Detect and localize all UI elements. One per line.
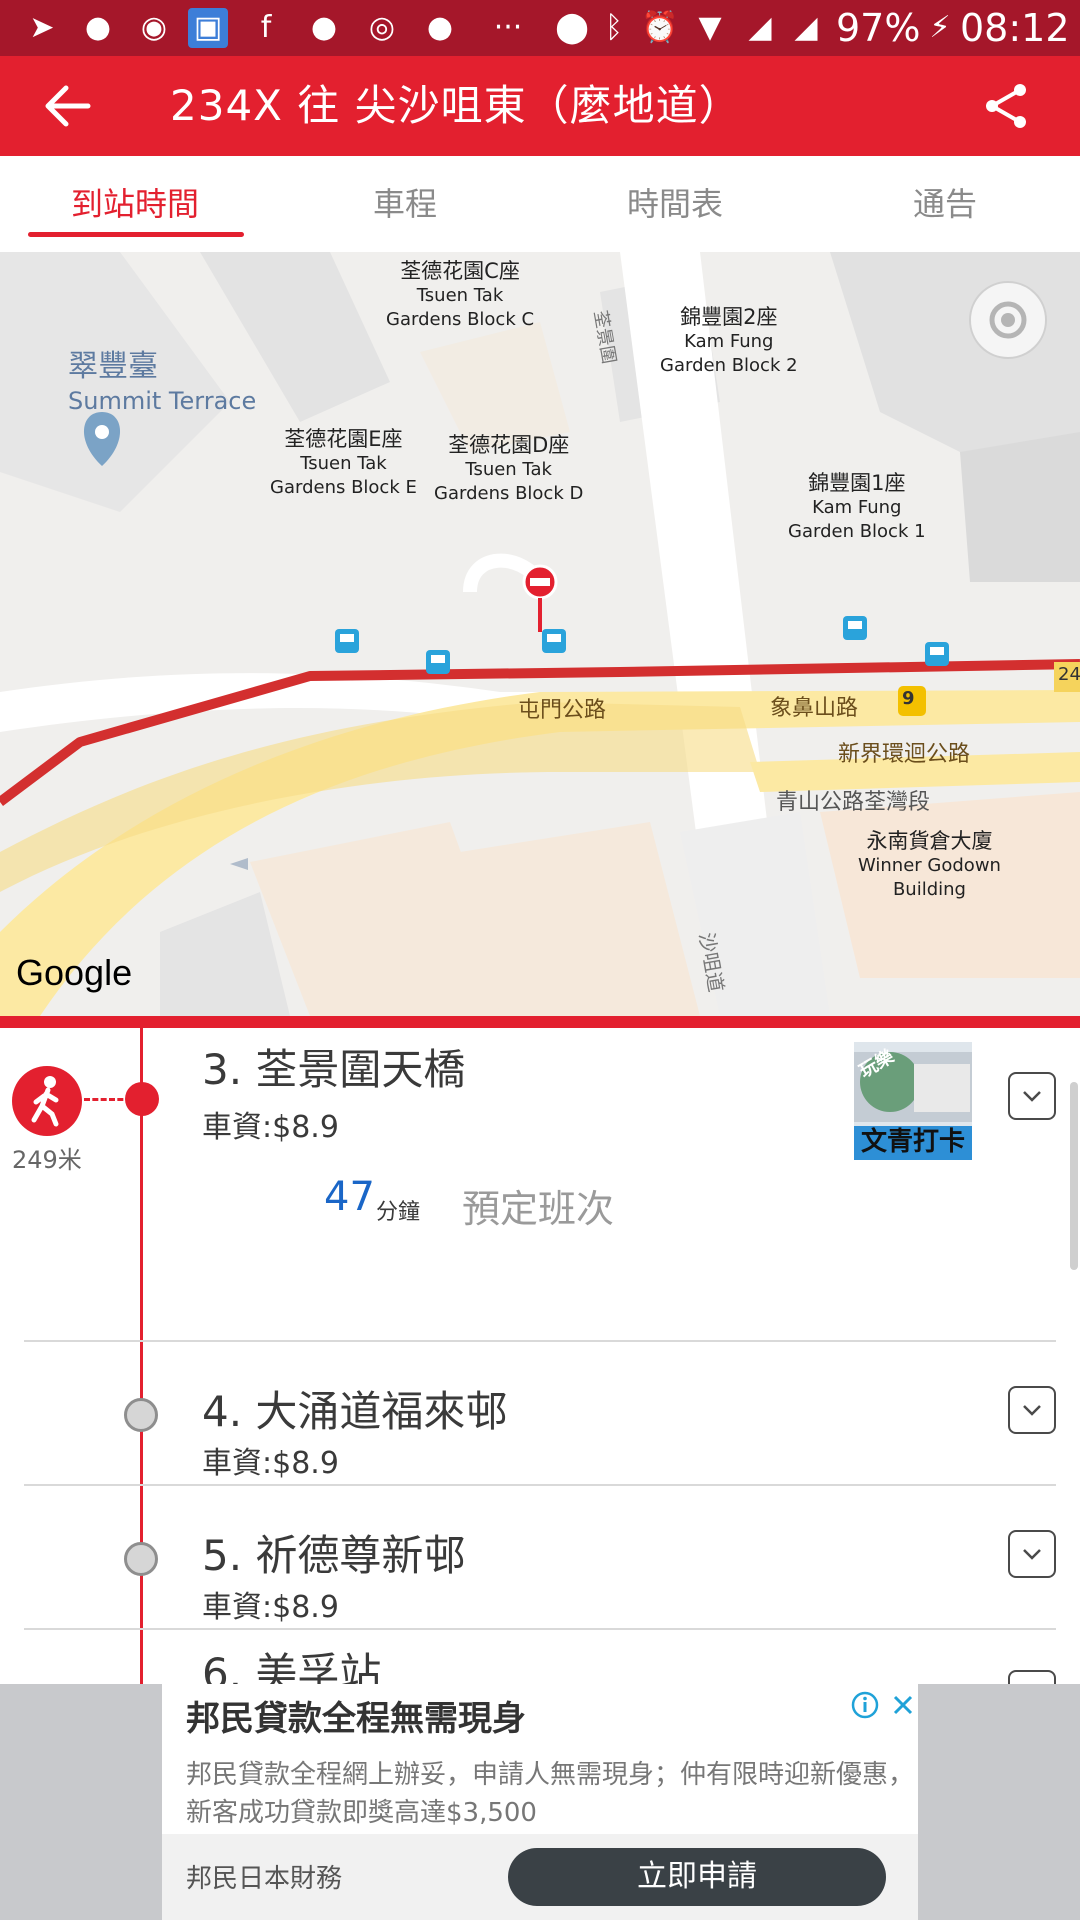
google-logo: Google [16,952,133,993]
apple-daily-icon: ● [310,10,338,45]
stop-thumbnail[interactable]: 玩樂 文青打卡 [854,1042,972,1160]
chevron-down-icon [1023,1091,1041,1102]
bluetooth-icon: ᛒ [605,10,623,45]
close-icon [893,1695,913,1715]
map-divider [0,1016,1080,1028]
row-divider [24,1484,1056,1486]
charging-icon: ⚡ [929,10,951,45]
tab-journey[interactable]: 車程 [270,156,540,252]
tab-timetable[interactable]: 時間表 [540,156,810,252]
map-label-tsuen-tak-e: 荃德花園E座 Tsuen Tak Gardens Block E [270,427,417,498]
road-label-castle-peak: 青山公路荃灣段 [776,790,931,815]
messenger-icon: ● [84,10,112,45]
eta-scheduled-note: 預定班次 [462,1187,615,1231]
road-label-elephant-hill: 象鼻山路 [770,696,859,721]
ad-title: 邦民貸款全程無需現身 [186,1699,526,1739]
map-label-kam-fung-2: 錦豐園2座 Kam Fung Garden Block 2 [660,305,798,376]
route-timeline [140,1028,143,1684]
stop-3-name[interactable]: 3. 荃景圍天橋 [202,1042,465,1098]
walk-icon [12,1066,82,1136]
map-label-winner-godown: 永南貨倉大廈 Winner Godown Building [858,829,1001,900]
stop-4-name[interactable]: 4. 大涌道福來邨 [202,1384,507,1440]
row-divider [24,1628,1056,1630]
whatsapp-icon: ◉ [140,10,168,45]
thumbnail-label: 文青打卡 [860,1127,965,1157]
ad-card[interactable]: 邦民貸款全程無需現身 邦民貸款全程網上辦妥，申請人無需現身；仲有限時迎新優惠，新… [162,1684,918,1920]
map-label-summit-terrace: 翠豐臺 Summit Terrace [68,349,257,415]
tab-bar: 到站時間 車程 時間表 通告 [0,156,1080,252]
clock: 08:12 [960,6,1070,50]
app-bar: 234X 往 尖沙咀東（麼地道） [0,56,1080,156]
map-label-tsuen-tak-c: 荃德花園C座 Tsuen Tak Gardens Block C [386,259,535,330]
map-label-kam-fung-1: 錦豐園1座 Kam Fung Garden Block 1 [788,471,926,542]
stop-6-name[interactable]: 6. 美孚站 [202,1646,381,1684]
expand-stop-5-button[interactable] [1008,1530,1056,1578]
route-map[interactable]: 荃德花園C座 Tsuen Tak Gardens Block C 錦豐園2座 Kam … [0,252,1080,1016]
expand-stop-3-button[interactable] [1008,1072,1056,1120]
my-location-button[interactable] [992,282,1068,358]
stop-5-dot [124,1542,158,1576]
stop-3-fare: 車資:$8.9 [202,1110,339,1145]
stop-5-name[interactable]: 5. 祈德尊新邨 [202,1528,465,1584]
edge-shield-label: 24 [1058,664,1080,685]
telegram-icon: ➤ [29,10,55,45]
tab-arrival-time[interactable]: 到站時間 [0,156,270,252]
alarm-icon: ⏰ [641,10,679,45]
eta-unit: 分鐘 [376,1200,421,1225]
ad-brand: 邦民日本財務 [186,1864,343,1894]
status-bar: ➤ ● ◉ ▣ f ● ◎ ● ··· ⬤ ᛒ ⏰ ▼ ◢ ◢ 97% ⚡ 08… [0,0,1080,56]
share-icon [986,84,1026,128]
ad-info-button[interactable] [850,1690,880,1720]
road-label-nt-circular: 新界環迴公路 [838,742,971,767]
back-button[interactable] [40,80,104,132]
app-notification-icon: ▣ [188,8,228,48]
location-icon: ⬤ [555,10,589,45]
battery-percent: 97% [836,6,921,50]
ad-body: 邦民貸款全程網上辦妥，申請人無需現身；仲有限時迎新優惠，新客成功貸款即獎高達$3… [186,1760,915,1828]
now-news-icon: ◎ [368,10,396,45]
chevron-down-icon [1023,1549,1041,1560]
map-label-tsuen-tak-d: 荃德花園D座 Tsuen Tak Gardens Block D [434,433,584,504]
ad-footer: 邦民日本財務 立即申請 [162,1834,918,1920]
wifi-icon: ▼ [698,10,722,45]
ad-apply-button[interactable]: 立即申請 [508,1848,886,1906]
apple-news-icon: ● [426,10,454,45]
active-tab-indicator [28,232,244,237]
ad-close-button[interactable] [888,1690,918,1720]
tab-notices[interactable]: 通告 [810,156,1080,252]
expand-stop-6-button[interactable] [1008,1670,1056,1684]
facebook-icon: f [260,10,272,45]
walk-distance: 249米 [12,1146,82,1174]
chevron-down-icon [1023,1405,1041,1416]
stop-list[interactable]: 249米 3. 荃景圍天橋 車資:$8.9 47 分鐘 預定班次 玩樂 文青打卡… [0,1028,1080,1684]
page-title: 234X 往 尖沙咀東（麼地道） [170,81,742,130]
current-stop-dot [125,1082,159,1116]
stop-4-fare: 車資:$8.9 [202,1446,339,1481]
road-label-tuen-mun: 屯門公路 [518,698,607,723]
ad-banner: 邦民貸款全程無需現身 邦民貸款全程網上辦妥，申請人無需現身；仲有限時迎新優惠，新… [0,1684,1080,1920]
expand-stop-4-button[interactable] [1008,1386,1056,1434]
signal-icon: ◢ [748,10,772,45]
row-divider [24,1340,1056,1342]
eta-minutes: 47 [324,1174,375,1220]
route-shield-label: 9 [902,688,915,709]
arrow-left-icon [45,85,91,127]
scrollbar[interactable] [1070,1082,1078,1270]
more-notifications-icon: ··· [493,10,523,45]
signal-2-icon: ◢ [794,10,818,45]
info-icon [851,1691,879,1719]
share-button[interactable] [982,82,1030,130]
stop-4-dot [124,1398,158,1432]
stop-5-fare: 車資:$8.9 [202,1590,339,1625]
